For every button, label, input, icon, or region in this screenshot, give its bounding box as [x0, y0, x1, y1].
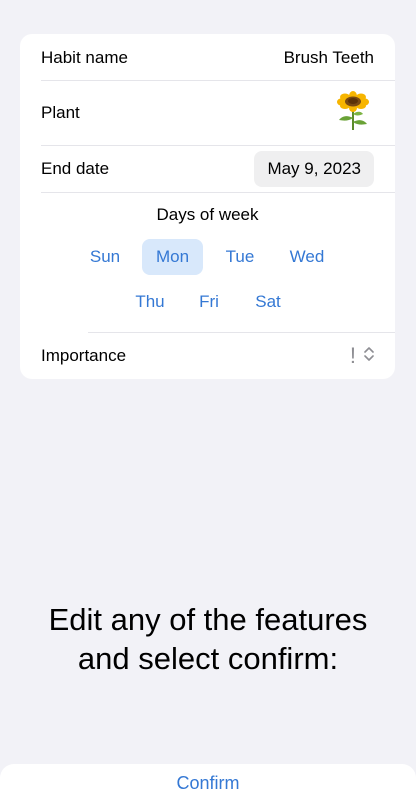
- end-date-label: End date: [41, 159, 110, 178]
- day-sun[interactable]: Sun: [84, 239, 126, 275]
- importance-label: Importance: [41, 346, 127, 365]
- day-fri[interactable]: Fri: [192, 284, 226, 320]
- confirm-button[interactable]: Confirm: [176, 773, 239, 794]
- plant-row[interactable]: Plant: [20, 81, 395, 145]
- habit-form-card: Habit name Brush Teeth Plant End date Ma…: [20, 34, 395, 379]
- end-date-picker[interactable]: May 9, 2023: [254, 151, 374, 187]
- importance-row[interactable]: Importance !: [20, 333, 395, 379]
- day-wed[interactable]: Wed: [285, 239, 329, 275]
- days-of-week-title: Days of week: [156, 205, 259, 224]
- day-tue[interactable]: Tue: [219, 239, 261, 275]
- habit-name-row[interactable]: Habit name Brush Teeth: [20, 34, 395, 81]
- confirm-bar: Confirm: [0, 764, 416, 802]
- end-date-row: End date May 9, 2023: [20, 146, 395, 192]
- importance-picker[interactable]: !: [350, 345, 374, 367]
- habit-name-label: Habit name: [41, 47, 128, 67]
- chevron-up-down-icon: [364, 346, 374, 366]
- day-mon[interactable]: Mon: [142, 239, 203, 275]
- divider: [41, 192, 395, 193]
- habit-name-input[interactable]: Brush Teeth: [284, 48, 374, 68]
- day-thu[interactable]: Thu: [129, 284, 171, 320]
- day-sat[interactable]: Sat: [249, 284, 287, 320]
- instructions-label: Edit any of the features and select conf…: [48, 602, 368, 676]
- importance-value: !: [349, 343, 356, 368]
- plant-label: Plant: [41, 103, 80, 122]
- instructions-text: Edit any of the features and select conf…: [0, 600, 416, 678]
- sunflower-icon[interactable]: [332, 90, 374, 137]
